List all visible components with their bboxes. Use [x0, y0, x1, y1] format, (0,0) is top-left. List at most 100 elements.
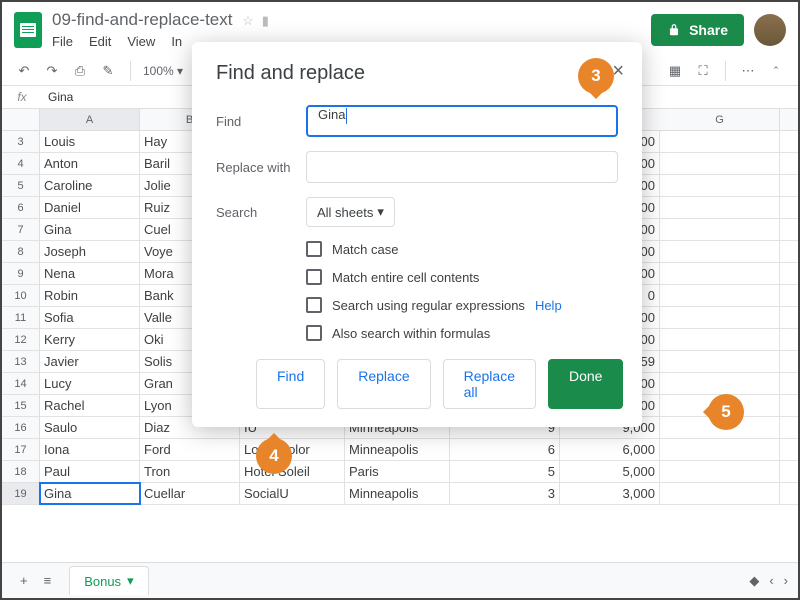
col-header-a[interactable]: A [40, 109, 140, 130]
cell[interactable] [660, 373, 780, 394]
cell[interactable]: Hotel Soleil [240, 461, 345, 482]
regex-checkbox[interactable] [306, 297, 322, 313]
cell[interactable]: Paul [40, 461, 140, 482]
cell[interactable]: Ford [140, 439, 240, 460]
row-header[interactable]: 6 [2, 197, 40, 218]
row-header[interactable]: 12 [2, 329, 40, 350]
row-header[interactable]: 13 [2, 351, 40, 372]
cell[interactable]: Louis [40, 131, 140, 152]
cell[interactable]: SocialU [240, 483, 345, 504]
row-header[interactable]: 9 [2, 263, 40, 284]
row-header[interactable]: 14 [2, 373, 40, 394]
formula-bar[interactable]: Gina [44, 90, 73, 104]
cell[interactable]: Nena [40, 263, 140, 284]
match-entire-checkbox[interactable] [306, 269, 322, 285]
cell[interactable] [660, 461, 780, 482]
star-icon[interactable]: ☆ [242, 13, 254, 29]
zoom-select[interactable]: 100% ▾ [143, 64, 183, 78]
find-button[interactable]: Find [256, 359, 325, 409]
cell[interactable] [660, 263, 780, 284]
doc-title[interactable]: 09-find-and-replace-text [52, 10, 232, 29]
cell[interactable] [660, 219, 780, 240]
more-icon[interactable]: ⋯ [738, 61, 758, 81]
row-header[interactable]: 8 [2, 241, 40, 262]
row-header[interactable]: 19 [2, 483, 40, 504]
row-header[interactable]: 11 [2, 307, 40, 328]
menu-insert[interactable]: In [171, 34, 182, 49]
chevron-left-icon[interactable]: ‹ [769, 573, 773, 588]
row-header[interactable]: 10 [2, 285, 40, 306]
cell[interactable] [660, 285, 780, 306]
avatar[interactable] [754, 14, 786, 46]
cell[interactable]: Caroline [40, 175, 140, 196]
cell[interactable]: Javier [40, 351, 140, 372]
cell[interactable]: Daniel [40, 197, 140, 218]
add-sheet-button[interactable]: + [12, 569, 36, 592]
collapse-icon[interactable]: ˆ [766, 61, 786, 81]
cell[interactable]: Rachel [40, 395, 140, 416]
replace-button[interactable]: Replace [337, 359, 430, 409]
row-header[interactable]: 5 [2, 175, 40, 196]
share-button[interactable]: Share [651, 14, 744, 46]
close-icon[interactable]: × [612, 60, 624, 83]
cell[interactable]: Paris [345, 461, 450, 482]
cell[interactable]: 6 [450, 439, 560, 460]
all-sheets-button[interactable]: ≡ [36, 569, 60, 592]
row-header[interactable]: 4 [2, 153, 40, 174]
search-scope-select[interactable]: All sheets▾ [306, 197, 395, 227]
paint-format-icon[interactable]: ✎ [98, 61, 118, 81]
folder-icon[interactable]: ▮ [262, 13, 269, 29]
cell[interactable]: Minneapolis [345, 439, 450, 460]
replace-input[interactable] [306, 151, 618, 183]
cell[interactable] [660, 241, 780, 262]
cell[interactable]: 3 [450, 483, 560, 504]
cell[interactable] [660, 197, 780, 218]
row-header[interactable]: 18 [2, 461, 40, 482]
cell[interactable]: Tron [140, 461, 240, 482]
cell[interactable]: 5,000 [560, 461, 660, 482]
match-case-checkbox[interactable] [306, 241, 322, 257]
cell[interactable] [660, 351, 780, 372]
find-input[interactable]: Gina [306, 105, 618, 137]
merge-icon[interactable]: ⛶ [693, 61, 713, 81]
chevron-right-icon[interactable]: › [784, 573, 788, 588]
cell[interactable]: 6,000 [560, 439, 660, 460]
formulas-checkbox[interactable] [306, 325, 322, 341]
cell[interactable]: Gina [40, 219, 140, 240]
sheet-tab-bonus[interactable]: Bonus▾ [69, 566, 148, 595]
done-button[interactable]: Done [548, 359, 623, 409]
replace-all-button[interactable]: Replace all [443, 359, 536, 409]
menu-file[interactable]: File [52, 34, 73, 49]
cell[interactable]: Joseph [40, 241, 140, 262]
regex-help-link[interactable]: Help [535, 298, 562, 313]
undo-icon[interactable]: ↶ [14, 61, 34, 81]
cell[interactable]: 5 [450, 461, 560, 482]
row-header[interactable]: 3 [2, 131, 40, 152]
cell[interactable]: Minneapolis [345, 483, 450, 504]
row-header[interactable]: 16 [2, 417, 40, 438]
row-header[interactable]: 7 [2, 219, 40, 240]
cell[interactable] [660, 131, 780, 152]
cell[interactable]: Gina [40, 483, 140, 504]
borders-icon[interactable]: ▦ [665, 61, 685, 81]
row-header[interactable]: 15 [2, 395, 40, 416]
cell[interactable] [660, 307, 780, 328]
cell[interactable]: Cuellar [140, 483, 240, 504]
cell[interactable] [660, 175, 780, 196]
sheets-logo[interactable] [14, 12, 42, 48]
explore-icon[interactable]: ◆ [749, 573, 759, 589]
cell[interactable]: Anton [40, 153, 140, 174]
cell[interactable] [660, 329, 780, 350]
cell[interactable]: Sofia [40, 307, 140, 328]
menu-edit[interactable]: Edit [89, 34, 111, 49]
cell[interactable]: Lucy [40, 373, 140, 394]
cell[interactable] [660, 153, 780, 174]
cell[interactable]: Kerry [40, 329, 140, 350]
cell[interactable] [660, 483, 780, 504]
cell[interactable]: Robin [40, 285, 140, 306]
menu-view[interactable]: View [127, 34, 155, 49]
redo-icon[interactable]: ↷ [42, 61, 62, 81]
col-header-g[interactable]: G [660, 109, 780, 130]
cell[interactable]: Iona [40, 439, 140, 460]
row-header[interactable]: 17 [2, 439, 40, 460]
